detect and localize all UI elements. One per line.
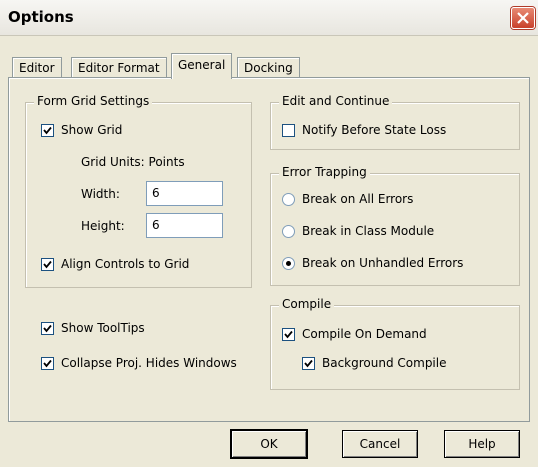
checkmark-icon — [43, 126, 52, 135]
tab-general-label: General — [178, 58, 226, 72]
notify-state-loss-label: Notify Before State Loss — [302, 123, 447, 137]
notify-state-loss-checkbox[interactable] — [282, 124, 295, 137]
background-compile-label: Background Compile — [322, 356, 447, 370]
tab-editor-format[interactable]: Editor Format — [71, 57, 167, 78]
form-grid-title: Form Grid Settings — [34, 94, 153, 108]
close-icon — [517, 12, 529, 24]
checkmark-icon — [43, 359, 52, 368]
title-bar: Options — [0, 0, 538, 36]
tab-docking-label: Docking — [244, 61, 293, 75]
edit-continue-title: Edit and Continue — [279, 94, 393, 108]
checkmark-icon — [284, 330, 293, 339]
break-class-module-label: Break in Class Module — [302, 224, 435, 238]
background-compile-checkbox[interactable] — [302, 357, 315, 370]
tab-docking[interactable]: Docking — [237, 57, 300, 78]
error-trapping-title: Error Trapping — [279, 165, 370, 179]
tab-editor-label: Editor — [19, 61, 55, 75]
cancel-button[interactable]: Cancel — [342, 430, 418, 458]
collapse-proj-checkbox[interactable] — [41, 357, 54, 370]
tab-editor-format-label: Editor Format — [78, 61, 160, 75]
align-controls-checkbox[interactable] — [41, 258, 54, 271]
width-label: Width: — [81, 187, 120, 201]
show-tooltips-label: Show ToolTips — [61, 321, 145, 335]
compile-on-demand-label: Compile On Demand — [302, 327, 427, 341]
ok-label: OK — [260, 437, 278, 451]
width-input[interactable]: 6 — [146, 181, 223, 206]
grid-units-label: Grid Units: Points — [81, 155, 185, 169]
checkmark-icon — [43, 260, 52, 269]
ok-button[interactable]: OK — [231, 430, 307, 458]
show-grid-checkbox[interactable] — [41, 124, 54, 137]
compile-group: Compile — [270, 297, 520, 390]
radio-selected-dot — [286, 261, 291, 266]
help-button[interactable]: Help — [444, 430, 520, 458]
width-value: 6 — [152, 186, 160, 200]
radio-break-all-errors[interactable] — [282, 193, 295, 206]
compile-title: Compile — [279, 297, 335, 311]
tab-general[interactable]: General — [171, 53, 233, 79]
align-controls-label: Align Controls to Grid — [61, 257, 190, 271]
break-unhandled-errors-label: Break on Unhandled Errors — [302, 256, 464, 270]
height-input[interactable]: 6 — [146, 213, 223, 238]
compile-on-demand-checkbox[interactable] — [282, 328, 295, 341]
height-label: Height: — [81, 219, 125, 233]
tab-editor[interactable]: Editor — [12, 57, 62, 78]
close-button[interactable] — [511, 7, 535, 29]
show-grid-label: Show Grid — [61, 123, 123, 137]
help-label: Help — [468, 437, 496, 451]
height-value: 6 — [152, 218, 160, 232]
cancel-label: Cancel — [359, 437, 401, 451]
checkmark-icon — [43, 324, 52, 333]
radio-break-class-module[interactable] — [282, 225, 295, 238]
show-tooltips-checkbox[interactable] — [41, 322, 54, 335]
radio-break-unhandled-errors[interactable] — [282, 257, 295, 270]
break-all-errors-label: Break on All Errors — [302, 192, 414, 206]
collapse-proj-label: Collapse Proj. Hides Windows — [61, 356, 237, 370]
window-title: Options — [8, 8, 74, 26]
checkmark-icon — [304, 359, 313, 368]
